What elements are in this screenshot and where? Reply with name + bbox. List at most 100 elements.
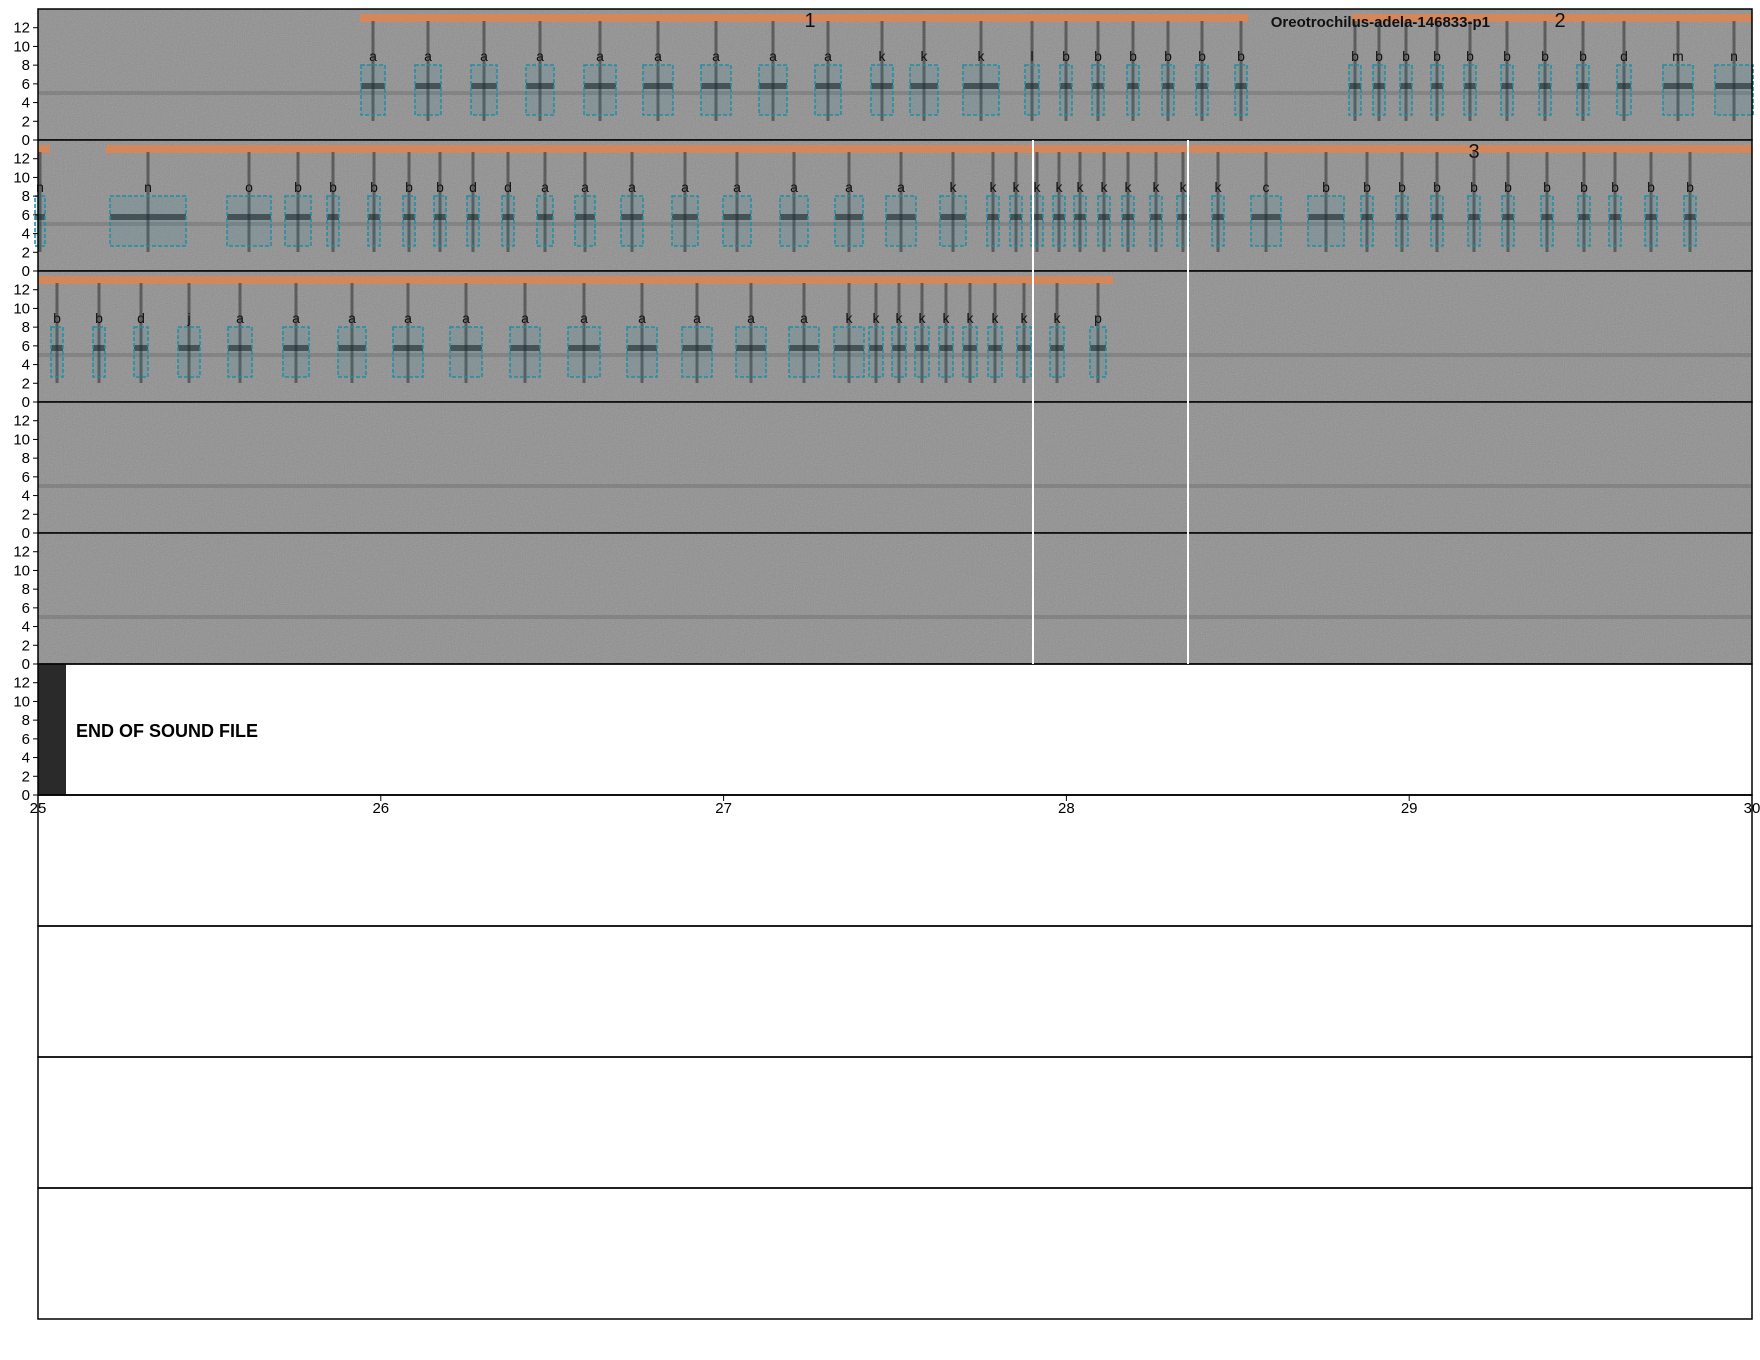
segment-label: a: [897, 179, 905, 195]
segment-label: d: [137, 310, 145, 326]
segment-label: k: [846, 310, 854, 326]
segment-box: [1430, 64, 1444, 116]
segment-label: k: [1180, 179, 1188, 195]
segment-box: [626, 326, 658, 378]
y-tick-label: 8: [22, 188, 30, 205]
final-audio-strip: [38, 664, 66, 795]
y-tick-label: 0: [22, 263, 30, 280]
segment-label: b: [294, 179, 302, 195]
segment-box: [722, 195, 752, 247]
segment-label: a: [638, 310, 646, 326]
segment-box: [1467, 195, 1481, 247]
segment-box: [392, 326, 424, 378]
segment-box: [1149, 195, 1163, 247]
segment-label: m: [1672, 48, 1684, 64]
y-tick-label: 0: [22, 525, 30, 542]
segment-box: [433, 195, 447, 247]
segment-label: a: [712, 48, 720, 64]
segment-label: a: [580, 310, 588, 326]
frequency-band: [38, 615, 1752, 619]
y-tick-label: 8: [22, 712, 30, 729]
segment-label: b: [1164, 48, 1172, 64]
segment-label: b: [1129, 48, 1137, 64]
segment-label: a: [824, 48, 832, 64]
segment-label: l: [1030, 48, 1033, 64]
segment-box: [758, 64, 788, 116]
segment-box: [1372, 64, 1386, 116]
y-tick-label: 10: [13, 562, 30, 579]
segment-label: b: [1198, 48, 1206, 64]
segment-label: k: [1056, 179, 1064, 195]
y-tick-label: 6: [22, 207, 30, 224]
empty-rows: [37, 794, 1753, 1320]
segment-label: n: [1730, 48, 1738, 64]
segment-box: [1644, 195, 1658, 247]
segment-box: [735, 326, 767, 378]
segment-box: [1052, 195, 1066, 247]
segment-label: b: [1351, 48, 1359, 64]
segment-box: [833, 326, 865, 378]
frequency-axis: 0 24 6 8 1012: [13, 20, 38, 149]
segment-box: [567, 326, 601, 378]
segment-box: [92, 326, 106, 378]
segment-label: a: [536, 48, 544, 64]
segment-label: b: [1433, 179, 1441, 195]
y-tick-label: 6: [22, 600, 30, 617]
segment-label: a: [747, 310, 755, 326]
frequency-axis: 0 24 6 8 1012: [13, 282, 38, 411]
y-tick-label: 0: [22, 132, 30, 149]
segment-label: b: [1580, 179, 1588, 195]
segment-box: [1500, 64, 1514, 116]
segment-box: [814, 64, 842, 116]
segment-box: [642, 64, 674, 116]
segment-label: a: [236, 310, 244, 326]
segment-box: [1091, 64, 1105, 116]
spectrogram-texture: [38, 533, 1752, 664]
segment-label: k: [1054, 310, 1062, 326]
segment-box: [1395, 195, 1409, 247]
segment-box: [885, 195, 917, 247]
x-tick-label: 29: [1401, 800, 1418, 817]
segment-label: b: [1541, 48, 1549, 64]
segment-box: [788, 326, 820, 378]
segment-label: b: [1433, 48, 1441, 64]
segment-box: [1016, 326, 1032, 378]
spectrogram-row: 1 2a a a a a a a a a k k k l b b b b b b b b b b b b b b d m n02468101…: [13, 8, 1754, 149]
segment-label: k: [1077, 179, 1085, 195]
segment-box: [1538, 64, 1552, 116]
phrase-bar: [38, 145, 50, 153]
segment-box: [620, 195, 644, 247]
segment-label: k: [950, 179, 958, 195]
segment-box: [226, 195, 272, 247]
segment-label: a: [733, 179, 741, 195]
segment-label: k: [879, 48, 887, 64]
segment-label: k: [921, 48, 929, 64]
segment-label: k: [1034, 179, 1042, 195]
segment-box: [700, 64, 732, 116]
segment-box: [1126, 64, 1140, 116]
segment-box: [1234, 64, 1248, 116]
y-tick-label: 12: [13, 544, 30, 561]
segment-box: [109, 195, 187, 247]
x-tick-label: 26: [372, 800, 389, 817]
segment-box: [891, 326, 907, 378]
segment-label: k: [967, 310, 975, 326]
segment-box: [449, 326, 483, 378]
segment-label: b: [1543, 179, 1551, 195]
x-tick-label: 28: [1058, 800, 1075, 817]
segment-label: a: [462, 310, 470, 326]
segment-label: a: [800, 310, 808, 326]
segment-box: [868, 326, 884, 378]
segment-box: [282, 326, 310, 378]
spectrogram-row: 3nnobbbbbddaaaaaaaakkkkkkkkkkkcbbbbbbbbb…: [13, 139, 1753, 280]
segment-label: b: [329, 179, 337, 195]
y-tick-label: 12: [13, 20, 30, 37]
segment-label: b: [370, 179, 378, 195]
segment-box: [509, 326, 541, 378]
empty-row-frame: [37, 794, 1753, 927]
segment-box: [501, 195, 515, 247]
segment-box: [50, 326, 64, 378]
segment-box: [402, 195, 416, 247]
segment-label: b: [405, 179, 413, 195]
segment-box: [1049, 326, 1065, 378]
